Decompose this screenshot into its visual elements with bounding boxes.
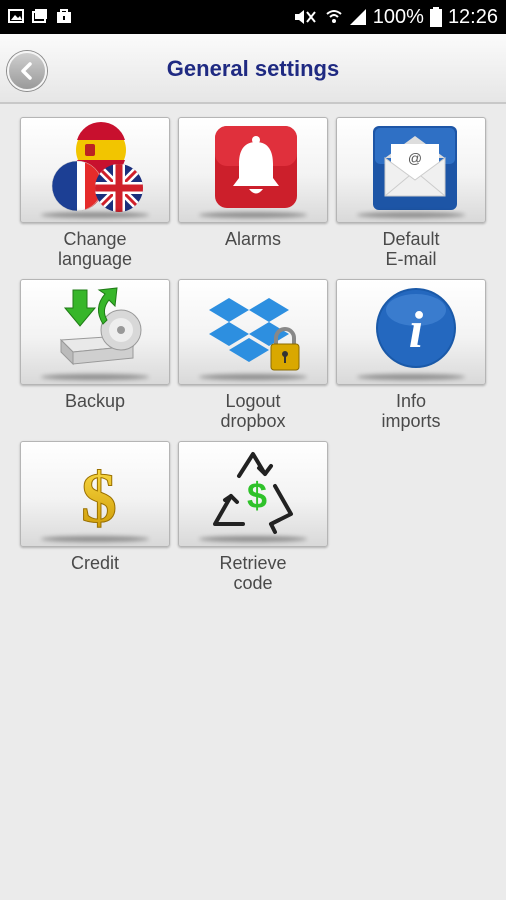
credit-tile[interactable]: $ Credit: [19, 441, 171, 573]
logout-dropbox-button[interactable]: [178, 279, 328, 385]
tile-label: Alarms: [224, 229, 281, 249]
dropbox-lock-icon: [209, 298, 300, 371]
mute-icon: [294, 10, 316, 24]
photos-icon: [32, 9, 47, 23]
clock: 12:26: [447, 5, 498, 28]
logout-dropbox-tile[interactable]: Logout dropbox: [177, 279, 329, 431]
battery-icon: [429, 7, 442, 27]
tile-label: Logout dropbox: [220, 391, 286, 431]
backup-tile[interactable]: Backup: [19, 279, 171, 411]
page-title: General settings: [166, 56, 340, 81]
info-imports-tile[interactable]: i Info imports: [335, 279, 487, 431]
default-email-button[interactable]: @: [336, 117, 486, 223]
battery-percent: 100%: [372, 5, 424, 28]
backup-button[interactable]: [20, 279, 170, 385]
retrieve-code-tile[interactable]: $ Retrieve code: [177, 441, 329, 593]
dollar-icon: $: [81, 458, 118, 539]
tile-label: Default E-mail: [382, 229, 440, 269]
credit-button[interactable]: $: [20, 441, 170, 547]
tile-label: Backup: [64, 391, 126, 411]
svg-text:@: @: [408, 150, 422, 166]
flags-icon: [51, 122, 143, 212]
status-bar: 100% 12:26: [0, 0, 506, 34]
wifi-icon: [326, 10, 342, 23]
tile-label: Info imports: [381, 391, 441, 431]
envelope-icon: @: [373, 126, 457, 210]
info-imports-button[interactable]: i: [336, 279, 486, 385]
tile-label: Change language: [57, 229, 133, 269]
retrieve-code-button[interactable]: $: [178, 441, 328, 547]
backup-drive-icon: [59, 287, 142, 366]
gallery-icon: [8, 9, 24, 23]
info-icon: i: [376, 288, 456, 368]
svg-text:$: $: [81, 458, 117, 538]
header-bar: General settings: [0, 34, 506, 104]
default-email-tile[interactable]: @ Default E-mail: [335, 117, 487, 269]
alarms-button[interactable]: [178, 117, 328, 223]
bell-icon: [215, 126, 297, 208]
recycle-dollar-icon: $: [213, 452, 293, 534]
svg-text:i: i: [409, 302, 424, 359]
change-language-tile[interactable]: Change language: [19, 117, 171, 269]
change-language-button[interactable]: [20, 117, 170, 223]
signal-icon: [349, 9, 366, 25]
tile-label: Retrieve code: [219, 553, 287, 593]
alarms-tile[interactable]: Alarms: [177, 117, 329, 249]
shopping-bag-icon: [57, 9, 71, 23]
tile-label: Credit: [70, 553, 119, 573]
svg-text:$: $: [247, 475, 267, 516]
